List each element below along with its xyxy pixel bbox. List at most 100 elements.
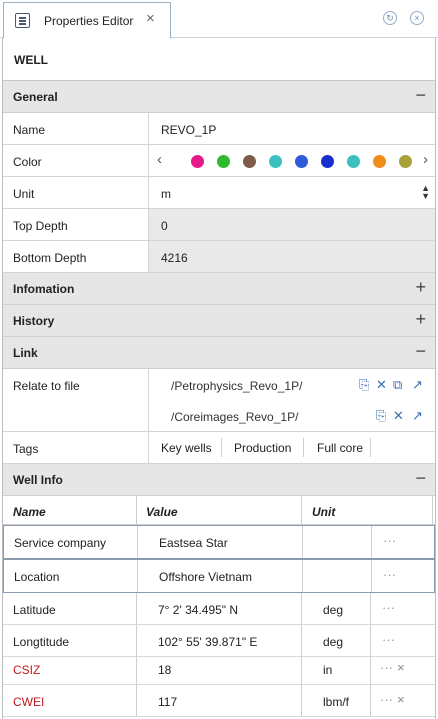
- section-label: Well Info: [13, 473, 63, 487]
- row-name: Latitude: [13, 603, 56, 617]
- row-tags: Tags Key wells Production Full core: [3, 432, 435, 464]
- expand-icon[interactable]: +: [415, 310, 426, 328]
- section-link[interactable]: Link −: [3, 337, 435, 369]
- row-color: Color ‹ ›: [3, 145, 435, 177]
- table-row[interactable]: Location Offshore Vietnam ···: [3, 559, 435, 593]
- more-options-icon[interactable]: ···: [382, 600, 395, 615]
- section-general[interactable]: General −: [3, 81, 435, 113]
- color-swatch[interactable]: [399, 155, 412, 168]
- row-value[interactable]: 117: [158, 695, 177, 709]
- file-list: /Petrophysics_Revo_1P/ ⎘ ✕ ⧉ ↗ /Coreimag…: [148, 369, 435, 431]
- table-row[interactable]: Latitude 7° 2' 34.495" N deg ···: [3, 593, 435, 625]
- column-value: Value: [146, 505, 178, 519]
- color-swatch[interactable]: [269, 155, 282, 168]
- unit-value: m: [161, 187, 171, 201]
- tags-list: Key wells Production Full core: [148, 432, 435, 463]
- row-value[interactable]: 102° 55' 39.871" E: [158, 635, 257, 649]
- more-options-icon[interactable]: ···: [383, 533, 396, 548]
- row-unit: Unit m ▲ ▼: [3, 177, 435, 209]
- row-top-depth: Top Depth 0: [3, 209, 435, 241]
- chevron-left-icon[interactable]: ‹: [157, 151, 162, 168]
- refresh-icon[interactable]: ↻: [383, 11, 397, 25]
- tab-title: Properties Editor: [44, 14, 134, 28]
- name-label: Name: [13, 123, 46, 137]
- arrow-up-right-icon[interactable]: ↗: [412, 378, 423, 391]
- tab-bar: Properties Editor × ↻ ×: [0, 0, 438, 39]
- delete-icon[interactable]: ×: [397, 692, 405, 707]
- section-label: Link: [13, 346, 38, 360]
- clipboard-icon[interactable]: ⎘: [359, 378, 369, 391]
- color-label: Color: [13, 155, 42, 169]
- section-information[interactable]: Infomation +: [3, 273, 435, 305]
- properties-panel: WELL General − Name REVO_1P Color ‹ › Un…: [2, 38, 436, 719]
- section-history[interactable]: History +: [3, 305, 435, 337]
- section-label: Infomation: [13, 282, 75, 296]
- close-circle-icon[interactable]: ×: [410, 11, 424, 25]
- table-row[interactable]: Service company Eastsea Star ···: [3, 525, 435, 559]
- remove-icon[interactable]: ✕: [393, 409, 404, 422]
- file-link[interactable]: /Coreimages_Revo_1P/: [171, 410, 298, 424]
- unit-select[interactable]: m ▲ ▼: [148, 177, 435, 208]
- file-link[interactable]: /Petrophysics_Revo_1P/: [171, 379, 302, 393]
- open-external-icon[interactable]: ⧉: [393, 378, 402, 391]
- chevron-right-icon[interactable]: ›: [423, 151, 428, 168]
- more-options-icon[interactable]: ···: [382, 632, 395, 647]
- delete-icon[interactable]: ×: [397, 660, 405, 675]
- unit-label: Unit: [13, 187, 35, 201]
- row-name: Location: [14, 570, 60, 584]
- color-swatch[interactable]: [295, 155, 308, 168]
- row-value[interactable]: Eastsea Star: [159, 536, 228, 550]
- bottom-depth-label: Bottom Depth: [13, 251, 87, 265]
- color-picker: ‹ ›: [148, 145, 435, 176]
- table-row[interactable]: CSIZ 18 in ··· ×: [3, 653, 435, 685]
- row-name: Service company: [14, 536, 107, 550]
- more-options-icon[interactable]: ···: [380, 692, 393, 707]
- row-name: Longtitude: [13, 635, 70, 649]
- name-value: REVO_1P: [161, 123, 217, 137]
- expand-icon[interactable]: +: [415, 278, 426, 296]
- row-value[interactable]: Offshore Vietnam: [159, 570, 252, 584]
- name-field[interactable]: REVO_1P: [148, 113, 435, 144]
- object-title: WELL: [14, 53, 48, 67]
- top-depth-value: 0: [161, 219, 168, 233]
- table-row[interactable]: CWEI 117 lbm/f ··· ×: [3, 685, 435, 717]
- row-name: CSIZ: [13, 663, 41, 677]
- row-unit[interactable]: deg: [323, 635, 343, 649]
- tab-properties-editor[interactable]: Properties Editor ×: [3, 2, 171, 39]
- row-unit[interactable]: lbm/f: [323, 695, 349, 709]
- row-name: Name REVO_1P: [3, 113, 435, 145]
- object-title-bar: WELL: [3, 38, 435, 81]
- section-well-info[interactable]: Well Info −: [3, 464, 435, 496]
- column-unit: Unit: [312, 505, 336, 519]
- row-unit[interactable]: in: [323, 663, 332, 677]
- tag-key-wells[interactable]: Key wells: [161, 441, 212, 455]
- section-label: History: [13, 314, 55, 328]
- more-options-icon[interactable]: ···: [383, 567, 396, 582]
- top-depth-label: Top Depth: [13, 219, 68, 233]
- color-swatch[interactable]: [243, 155, 256, 168]
- row-unit[interactable]: deg: [323, 603, 343, 617]
- tags-label: Tags: [13, 442, 39, 456]
- collapse-icon[interactable]: −: [415, 469, 426, 487]
- tag-production[interactable]: Production: [234, 441, 291, 455]
- remove-icon[interactable]: ✕: [376, 378, 387, 391]
- tab-close-icon[interactable]: ×: [146, 11, 155, 26]
- collapse-icon[interactable]: −: [415, 86, 426, 104]
- select-arrows-icon: ▲ ▼: [421, 183, 430, 201]
- collapse-icon[interactable]: −: [415, 342, 426, 360]
- color-swatch[interactable]: [217, 155, 230, 168]
- tag-full-core[interactable]: Full core: [317, 441, 363, 455]
- color-swatch[interactable]: [373, 155, 386, 168]
- color-swatch[interactable]: [347, 155, 360, 168]
- table-header: Name Value Unit: [3, 496, 435, 525]
- relate-label: Relate to file: [13, 379, 80, 393]
- row-value[interactable]: 7° 2' 34.495" N: [158, 603, 238, 617]
- more-options-icon[interactable]: ···: [380, 660, 393, 675]
- clipboard-icon[interactable]: ⎘: [376, 409, 386, 422]
- row-bottom-depth: Bottom Depth 4216: [3, 241, 435, 273]
- color-swatch[interactable]: [191, 155, 204, 168]
- arrow-up-right-icon[interactable]: ↗: [412, 409, 423, 422]
- row-value[interactable]: 18: [158, 663, 171, 677]
- row-relate-to-file: Relate to file /Petrophysics_Revo_1P/ ⎘ …: [3, 369, 435, 432]
- color-swatch[interactable]: [321, 155, 334, 168]
